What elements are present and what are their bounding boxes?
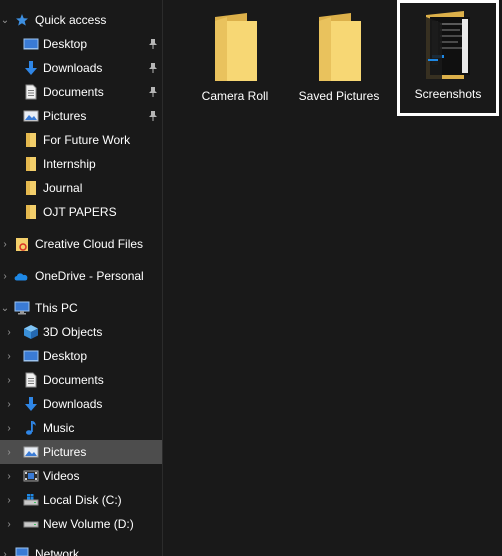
chevron-right-icon[interactable]: › [0, 232, 10, 256]
nav-label: 3D Objects [43, 325, 103, 339]
chevron-down-icon[interactable]: ⌄ [0, 8, 10, 32]
nav-label: Downloads [43, 61, 103, 75]
nav-label: Internship [43, 157, 96, 171]
nav-label: Documents [43, 373, 104, 387]
folder-tile-camera-roll[interactable]: Camera Roll [191, 2, 279, 114]
nav-creative-cloud-files[interactable]: › Creative Cloud Files [0, 232, 162, 256]
folder-with-preview-icon [416, 9, 480, 83]
star-icon [14, 12, 30, 28]
nav-label: Desktop [43, 37, 88, 51]
chevron-right-icon[interactable]: › [4, 464, 14, 488]
chevron-right-icon[interactable]: › [4, 488, 14, 512]
chevron-right-icon[interactable]: › [4, 512, 14, 536]
drive-icon [23, 516, 39, 532]
chevron-right-icon[interactable]: › [4, 368, 14, 392]
nav-label: Pictures [43, 445, 87, 459]
nav-pc-downloads[interactable]: › Downloads [0, 392, 162, 416]
nav-label: Quick access [35, 13, 107, 27]
nav-pc-videos[interactable]: › Videos [0, 464, 162, 488]
pin-icon[interactable] [148, 61, 158, 75]
nav-label: Pictures [43, 109, 87, 123]
nav-quick-access[interactable]: ⌄ Quick access [0, 8, 162, 32]
chevron-right-icon[interactable]: › [4, 440, 14, 464]
nav-label: Network [35, 547, 80, 556]
chevron-right-icon[interactable]: › [4, 320, 14, 344]
nav-pc-local-disk-c[interactable]: › Local Disk (C:) [0, 488, 162, 512]
folder-tile-screenshots[interactable]: Screenshots [397, 0, 499, 116]
nav-label: OneDrive - Personal [35, 269, 144, 283]
folder-label: Screenshots [414, 87, 482, 101]
nav-pc-3d-objects[interactable]: › 3D Objects [0, 320, 162, 344]
document-icon [23, 372, 39, 388]
folder-icon [307, 11, 371, 85]
navigation-pane[interactable]: ⌄ Quick access Desktop Downloads Documen… [0, 0, 162, 556]
pin-icon[interactable] [148, 85, 158, 99]
nav-label: Documents [43, 85, 104, 99]
folder-tile-saved-pictures[interactable]: Saved Pictures [295, 2, 383, 114]
chevron-right-icon[interactable]: › [4, 392, 14, 416]
nav-this-pc[interactable]: ⌄ This PC [0, 296, 162, 320]
chevron-down-icon[interactable]: ⌄ [0, 296, 10, 320]
pin-icon[interactable] [148, 109, 158, 123]
folder-icon [23, 156, 39, 172]
pin-icon[interactable] [148, 37, 158, 51]
chevron-right-icon[interactable]: › [0, 264, 10, 288]
folder-icon [203, 11, 267, 85]
pictures-icon [23, 108, 39, 124]
nav-pc-new-volume-d[interactable]: › New Volume (D:) [0, 512, 162, 536]
folder-icon [23, 180, 39, 196]
nav-network[interactable]: › Network [0, 542, 162, 556]
video-icon [23, 468, 39, 484]
nav-label: New Volume (D:) [43, 517, 134, 531]
nav-onedrive-personal[interactable]: › OneDrive - Personal [0, 264, 162, 288]
nav-label: For Future Work [43, 133, 131, 147]
nav-quick-documents[interactable]: Documents [0, 80, 162, 104]
folder-icon [23, 132, 39, 148]
download-arrow-icon [23, 60, 39, 76]
pictures-icon [23, 444, 39, 460]
nav-label: Local Disk (C:) [43, 493, 122, 507]
computer-icon [14, 300, 30, 316]
nav-pc-pictures[interactable]: › Pictures [0, 440, 162, 464]
folder-label: Saved Pictures [298, 89, 380, 103]
chevron-right-icon[interactable]: › [4, 416, 14, 440]
nav-label: Videos [43, 469, 80, 483]
nav-quick-for-future-work[interactable]: For Future Work [0, 128, 162, 152]
nav-label: Music [43, 421, 75, 435]
nav-quick-journal[interactable]: Journal [0, 176, 162, 200]
folder-label: Camera Roll [201, 89, 269, 103]
nav-label: Desktop [43, 349, 88, 363]
folder-icon [23, 204, 39, 220]
desktop-icon [23, 36, 39, 52]
nav-quick-desktop[interactable]: Desktop [0, 32, 162, 56]
nav-label: Journal [43, 181, 83, 195]
chevron-right-icon[interactable]: › [4, 344, 14, 368]
nav-label: OJT PAPERS [43, 205, 117, 219]
nav-label: Downloads [43, 397, 103, 411]
chevron-right-icon[interactable]: › [0, 542, 10, 556]
creative-cloud-icon [14, 236, 30, 252]
network-icon [14, 546, 30, 556]
nav-quick-downloads[interactable]: Downloads [0, 56, 162, 80]
windows-drive-icon [23, 492, 39, 508]
desktop-icon [23, 348, 39, 364]
file-explorer-window: ⌄ Quick access Desktop Downloads Documen… [0, 0, 502, 556]
nav-label: This PC [35, 301, 78, 315]
nav-label: Creative Cloud Files [35, 237, 144, 251]
cube-icon [23, 324, 39, 340]
nav-quick-internship[interactable]: Internship [0, 152, 162, 176]
download-arrow-icon [23, 396, 39, 412]
nav-pc-music[interactable]: › Music [0, 416, 162, 440]
document-icon [23, 84, 39, 100]
folder-view[interactable]: Camera Roll Saved Pictures Screenshots [163, 0, 502, 556]
music-note-icon [23, 420, 39, 436]
cloud-icon [13, 268, 29, 284]
nav-quick-pictures[interactable]: Pictures [0, 104, 162, 128]
nav-quick-ojt-papers[interactable]: OJT PAPERS [0, 200, 162, 224]
nav-pc-desktop[interactable]: › Desktop [0, 344, 162, 368]
nav-pc-documents[interactable]: › Documents [0, 368, 162, 392]
